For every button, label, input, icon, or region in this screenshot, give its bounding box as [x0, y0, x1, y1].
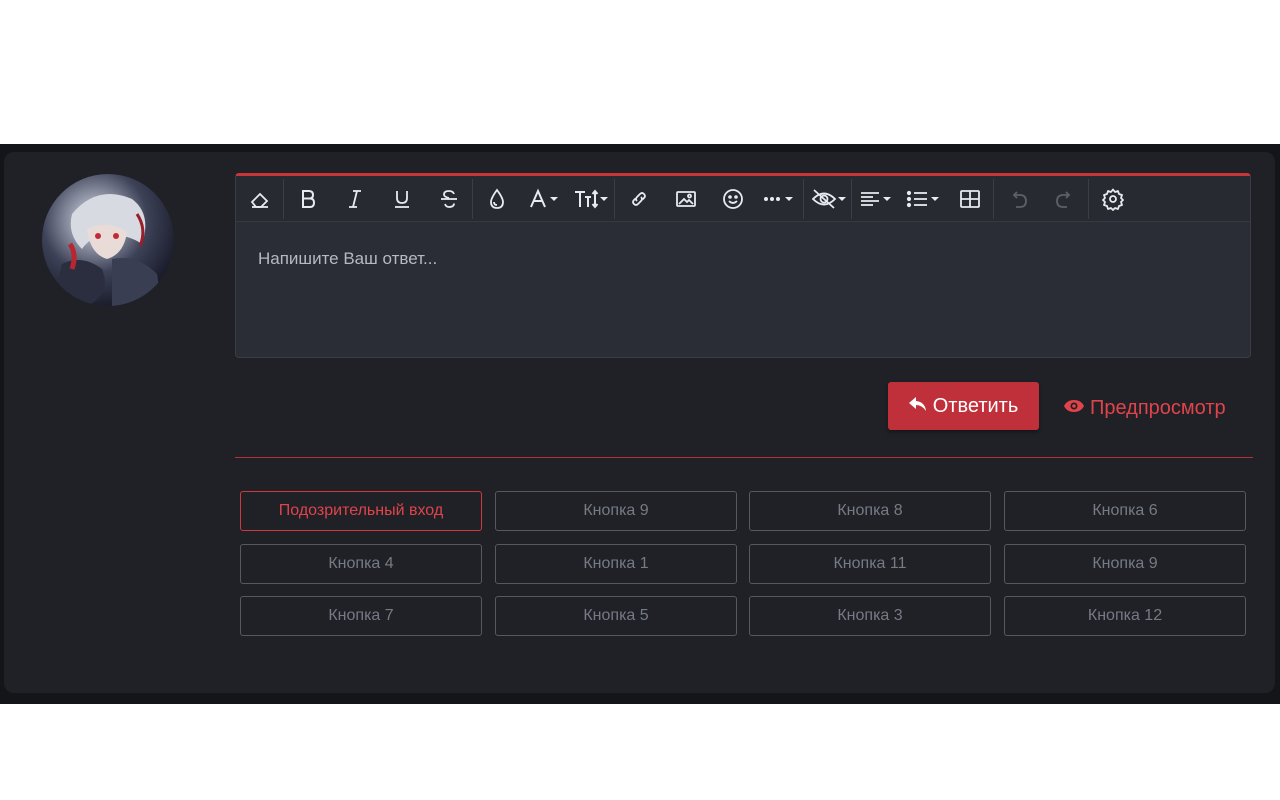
message-editor: Напишите Ваш ответ... — [235, 173, 1251, 358]
preview-button[interactable]: Предпросмотр — [1064, 394, 1226, 422]
font-size-icon[interactable] — [567, 176, 614, 221]
quick-reply-button[interactable]: Кнопка 1 — [495, 544, 737, 584]
quick-reply-button[interactable]: Кнопка 8 — [749, 491, 991, 531]
quick-reply-button[interactable]: Кнопка 7 — [240, 596, 482, 636]
quick-reply-button[interactable]: Кнопка 12 — [1004, 596, 1246, 636]
quick-reply-button[interactable]: Кнопка 4 — [240, 544, 482, 584]
more-options-icon[interactable] — [756, 176, 803, 221]
quick-reply-button[interactable]: Кнопка 9 — [1004, 544, 1246, 584]
quick-reply-button[interactable]: Кнопка 9 — [495, 491, 737, 531]
settings-icon[interactable] — [1089, 176, 1136, 221]
font-family-icon[interactable] — [520, 176, 567, 221]
undo-icon[interactable] — [994, 176, 1041, 221]
italic-icon[interactable] — [331, 176, 378, 221]
reply-button[interactable]: Ответить — [888, 382, 1039, 430]
text-color-icon[interactable] — [473, 176, 520, 221]
section-divider — [235, 457, 1253, 458]
insert-table-icon[interactable] — [946, 176, 993, 221]
avatar-image — [52, 194, 162, 306]
editor-placeholder: Напишите Ваш ответ... — [258, 249, 438, 268]
insert-link-icon[interactable] — [615, 176, 662, 221]
quick-reply-button[interactable]: Кнопка 5 — [495, 596, 737, 636]
remove-format-icon[interactable] — [236, 176, 283, 221]
quick-reply-button[interactable]: Кнопка 3 — [749, 596, 991, 636]
editor-text-area[interactable]: Напишите Ваш ответ... — [236, 221, 1250, 358]
align-icon[interactable] — [852, 176, 899, 221]
preview-label: Предпросмотр — [1090, 396, 1226, 419]
underline-icon[interactable] — [378, 176, 425, 221]
redo-icon[interactable] — [1041, 176, 1088, 221]
quick-reply-buttons: Подозрительный вход Кнопка 4 Кнопка 7 Кнопк… — [240, 491, 1248, 637]
reply-label: Ответить — [932, 394, 1019, 417]
reply-icon — [908, 395, 927, 418]
hide-content-icon[interactable] — [804, 176, 851, 221]
list-icon[interactable] — [899, 176, 946, 221]
quick-reply-button[interactable]: Кнопка 6 — [1004, 491, 1246, 531]
quick-reply-button[interactable]: Кнопка 11 — [749, 544, 991, 584]
strikethrough-icon[interactable] — [425, 176, 472, 221]
bold-icon[interactable] — [284, 176, 331, 221]
avatar[interactable] — [42, 174, 174, 306]
quick-reply-button[interactable]: Подозрительный вход — [240, 491, 482, 531]
eye-icon — [1064, 397, 1084, 420]
insert-image-icon[interactable] — [662, 176, 709, 221]
editor-toolbar — [236, 176, 1250, 222]
smilie-icon[interactable] — [709, 176, 756, 221]
